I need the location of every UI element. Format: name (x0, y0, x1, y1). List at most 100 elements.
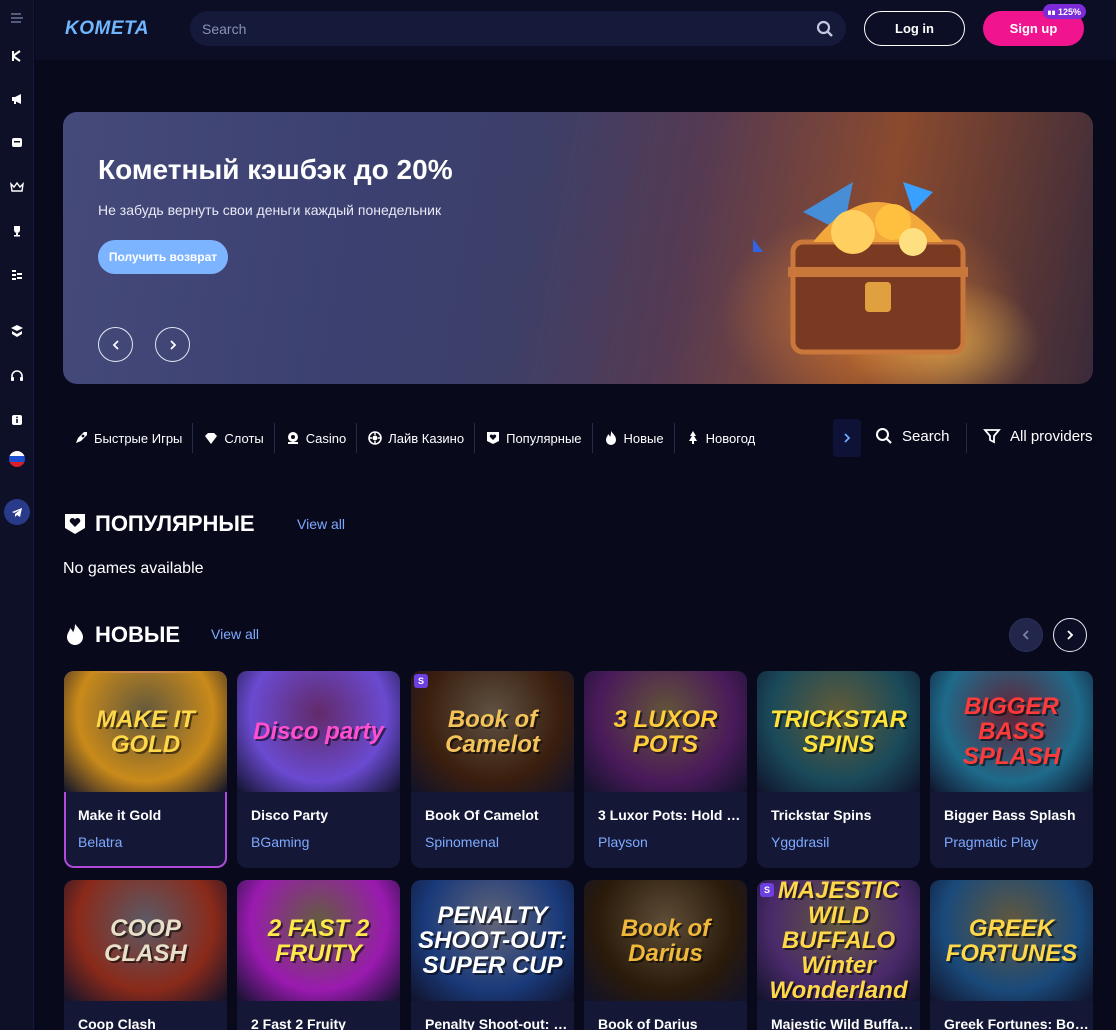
game-thumbnail-title: COOP CLASH (104, 914, 187, 967)
game-card[interactable]: MAJESTIC WILD BUFFALO Winter Wonderland S… (757, 880, 920, 1030)
live-wheel-icon (368, 431, 383, 445)
category-scroll-button[interactable] (833, 419, 861, 457)
chevron-right-icon (1067, 630, 1074, 640)
rocket-icon (76, 432, 87, 443)
bonus-badge: 125% (1043, 4, 1087, 19)
chat-icon[interactable] (4, 130, 30, 156)
new-next-button[interactable] (1053, 618, 1087, 652)
game-provider-link[interactable]: Pragmatic Play (944, 834, 1038, 850)
game-card[interactable]: Disco party Disco Party BGaming (237, 671, 400, 868)
chevron-right-icon (844, 433, 851, 443)
game-card[interactable]: MAKE IT GOLD Make it Gold Belatra (64, 671, 227, 868)
game-name: Coop Clash (78, 1016, 156, 1030)
game-thumbnail[interactable]: MAJESTIC WILD BUFFALO Winter Wonderland S (757, 880, 920, 1001)
trophy-icon[interactable] (4, 218, 30, 244)
new-view-all-link[interactable]: View all (211, 626, 259, 642)
game-thumbnail[interactable]: Book of Darius (584, 880, 747, 1001)
diamond-icon (205, 433, 218, 444)
game-thumbnail[interactable]: PENALTY SHOOT-OUT: SUPER CUP (411, 880, 574, 1001)
divider (966, 423, 967, 453)
game-provider-link[interactable]: Spinomenal (425, 834, 499, 850)
category-bar: Быстрые Игры Слоты Casino Лайв Казино По… (63, 418, 1093, 458)
game-thumbnail[interactable]: COOP CLASH (64, 880, 227, 1001)
telegram-icon[interactable] (4, 499, 30, 525)
search-icon[interactable] (816, 20, 834, 38)
game-thumbnail[interactable]: Book of Camelot S (411, 671, 574, 792)
game-provider-link[interactable]: Belatra (78, 834, 122, 850)
category-live-casino[interactable]: Лайв Казино (357, 423, 476, 453)
game-card[interactable]: 2 FAST 2 FRUITY 2 Fast 2 Fruity (237, 880, 400, 1030)
promo-banner[interactable]: Кометный кэшбэк до 20% Не забудь вернуть… (63, 112, 1093, 384)
info-icon[interactable] (4, 407, 30, 433)
category-new[interactable]: Новые (593, 423, 675, 453)
new-section-title: НОВЫЕ (63, 622, 180, 648)
login-button[interactable]: Log in (864, 11, 965, 46)
category-label: Популярные (506, 430, 582, 446)
category-search-label: Search (902, 427, 950, 445)
category-casino[interactable]: Casino (275, 423, 358, 453)
game-thumbnail[interactable]: GREEK FORTUNES (930, 880, 1093, 1001)
game-thumbnail[interactable]: MAKE IT GOLD (64, 671, 227, 792)
banner-prev-button[interactable] (98, 327, 133, 362)
category-label: Быстрые Игры (94, 430, 183, 446)
menu-toggle-icon[interactable] (4, 5, 30, 31)
game-card[interactable]: BIGGER BASS SPLASH Bigger Bass Splash Prag… (930, 671, 1093, 868)
game-card[interactable]: COOP CLASH Coop Clash (64, 880, 227, 1030)
game-card[interactable]: Book of Camelot S Book Of Camelot Spinomena… (411, 671, 574, 868)
crown-icon[interactable] (4, 174, 30, 200)
game-name: Make it Gold (78, 807, 162, 823)
category-label: Слоты (224, 430, 264, 446)
game-card[interactable]: TRICKSTAR SPINS Trickstar Spins Yggdrasil (757, 671, 920, 868)
game-provider-link[interactable]: BGaming (251, 834, 309, 850)
tree-icon (688, 431, 697, 444)
provider-s-icon: S (760, 883, 774, 897)
list-icon[interactable] (4, 262, 30, 288)
popular-title-text: ПОПУЛЯРНЫЕ (95, 511, 255, 536)
search-input[interactable] (202, 20, 782, 37)
get-cashback-button[interactable]: Получить возврат (98, 240, 228, 274)
heart-badge-icon (65, 514, 85, 534)
russia-flag-icon[interactable] (4, 446, 30, 472)
game-card[interactable]: GREEK FORTUNES Greek Fortunes: Bonus Boun… (930, 880, 1093, 1030)
category-new-year[interactable]: Новогод (675, 423, 766, 453)
game-name: Penalty Shoot-out: Super Cup (425, 1016, 570, 1030)
game-thumbnail[interactable]: Disco party (237, 671, 400, 792)
category-fast-games[interactable]: Быстрые Игры (63, 423, 194, 453)
game-card[interactable]: 3 LUXOR POTS 3 Luxor Pots: Hold and Win Pl… (584, 671, 747, 868)
game-thumbnail-title: BIGGER BASS SPLASH (962, 693, 1061, 770)
headset-icon[interactable] (4, 363, 30, 389)
popular-view-all-link[interactable]: View all (297, 516, 345, 532)
category-search[interactable]: Search (875, 427, 950, 445)
search-bar[interactable] (190, 11, 846, 46)
game-thumbnail[interactable]: BIGGER BASS SPLASH (930, 671, 1093, 792)
kometa-logo[interactable]: KOMETA (65, 18, 149, 40)
game-thumbnail[interactable]: 2 FAST 2 FRUITY (237, 880, 400, 1001)
heart-badge-icon (487, 432, 500, 444)
category-label: Новые (623, 430, 664, 446)
game-name: Trickstar Spins (771, 807, 872, 823)
game-card[interactable]: Book of Darius Book of Darius (584, 880, 747, 1030)
game-provider-link[interactable]: Playson (598, 834, 648, 850)
banner-title: Кометный кэшбэк до 20% (98, 154, 453, 185)
category-label: Casino (305, 430, 347, 446)
category-slots[interactable]: Слоты (193, 423, 275, 453)
game-thumbnail[interactable]: TRICKSTAR SPINS (757, 671, 920, 792)
new-prev-button[interactable] (1009, 618, 1043, 652)
game-name: Disco Party (251, 807, 329, 823)
bonus-badge-text: 125% (1058, 6, 1082, 17)
top-header: KOMETA Log in Sign up 125% (35, 0, 1116, 60)
game-name: Greek Fortunes: Bonus Bounty (944, 1016, 1089, 1030)
game-name: Book Of Camelot (425, 807, 539, 823)
banner-next-button[interactable] (155, 327, 190, 362)
all-providers-label: All providers (1010, 427, 1093, 445)
kometa-k-icon[interactable] (4, 43, 30, 69)
game-thumbnail-title: TRICKSTAR SPINS (770, 705, 907, 758)
book-icon[interactable] (4, 318, 30, 344)
game-thumbnail[interactable]: 3 LUXOR POTS (584, 671, 747, 792)
gift-icon (1048, 8, 1055, 15)
game-provider-link[interactable]: Yggdrasil (771, 834, 829, 850)
megaphone-icon[interactable] (4, 86, 30, 112)
game-card[interactable]: PENALTY SHOOT-OUT: SUPER CUP Penalty Shoo… (411, 880, 574, 1030)
all-providers-filter[interactable]: All providers (983, 427, 1093, 445)
category-popular[interactable]: Популярные (475, 423, 593, 453)
